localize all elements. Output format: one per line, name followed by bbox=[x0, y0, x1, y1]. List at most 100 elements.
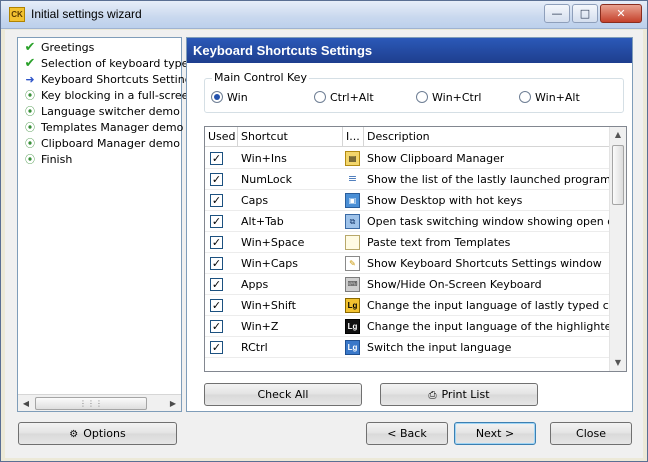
used-checkbox[interactable]: ✓ bbox=[210, 236, 223, 249]
used-checkbox[interactable]: ✓ bbox=[210, 320, 223, 333]
main-control-key-group: Main Control Key Win Ctrl+Alt Win+Ctrl W… bbox=[204, 71, 624, 113]
nav-item-label: Keyboard Shortcuts Settings bbox=[41, 73, 198, 86]
keyboard-icon: ⌨ bbox=[345, 277, 360, 292]
table-vertical-scrollbar[interactable]: ▲ ▼ bbox=[609, 127, 626, 371]
description-cell: Open task switching window showing open … bbox=[367, 215, 627, 228]
radio-label: Win+Alt bbox=[535, 91, 580, 104]
minimize-icon: — bbox=[551, 7, 563, 20]
nav-item-label: Language switcher demo bbox=[41, 105, 180, 118]
minimize-button[interactable]: — bbox=[544, 4, 570, 23]
maximize-icon: □ bbox=[579, 7, 591, 20]
description-cell: Switch the input language bbox=[367, 341, 512, 354]
scroll-thumb[interactable]: ⋮⋮⋮ bbox=[35, 397, 147, 410]
nav-item-greetings[interactable]: ✔ Greetings bbox=[22, 40, 95, 56]
button-label: Print List bbox=[441, 388, 490, 401]
shortcut-cell: Apps bbox=[241, 278, 269, 291]
table-row[interactable]: ✓ RCtrl Lg Switch the input language bbox=[205, 337, 609, 358]
table-row[interactable]: ✓ NumLock ≡ Show the list of the lastly … bbox=[205, 169, 617, 190]
nav-item-keyboard-type[interactable]: ✔ Selection of keyboard type bbox=[22, 56, 189, 72]
document-icon bbox=[345, 235, 360, 250]
nav-horizontal-scrollbar[interactable]: ◀ ⋮⋮⋮ ▶ bbox=[18, 394, 181, 411]
close-button[interactable]: Close bbox=[550, 422, 632, 445]
shortcut-cell: Win+Space bbox=[241, 236, 305, 249]
button-label: Next > bbox=[475, 427, 515, 440]
maximize-button[interactable]: □ bbox=[572, 4, 598, 23]
table-row[interactable]: ✓ Win+Z Lg Change the input language of … bbox=[205, 316, 626, 337]
next-button[interactable]: Next > bbox=[454, 422, 536, 445]
lg-blue-icon: Lg bbox=[345, 340, 360, 355]
radio-ctrl-alt[interactable]: Ctrl+Alt bbox=[314, 91, 374, 104]
arrow-right-icon: ➜ bbox=[25, 73, 35, 86]
nav-item-clipboard[interactable]: ⦿ Clipboard Manager demo bbox=[22, 136, 180, 152]
description-cell: Show/Hide On-Screen Keyboard bbox=[367, 278, 542, 291]
shortcut-cell: Win+Z bbox=[241, 320, 279, 333]
scroll-right-icon[interactable]: ▶ bbox=[166, 397, 180, 410]
table-row[interactable]: ✓ Win+Caps ✎ Show Keyboard Shortcuts Set… bbox=[205, 253, 609, 274]
description-cell: Show the list of the lastly launched pro… bbox=[367, 173, 617, 186]
pending-icon: ⦿ bbox=[25, 155, 35, 166]
shortcut-cell: NumLock bbox=[241, 173, 292, 186]
table-row[interactable]: ✓ Alt+Tab ⧉ Open task switching window s… bbox=[205, 211, 626, 232]
group-label: Main Control Key bbox=[212, 71, 309, 84]
shortcuts-table: Used Shortcut I... Description ✓ Win+Ins… bbox=[204, 126, 627, 372]
table-row[interactable]: ✓ Caps ▣ Show Desktop with hot keys bbox=[205, 190, 609, 211]
used-checkbox[interactable]: ✓ bbox=[210, 173, 223, 186]
check-all-button[interactable]: Check All bbox=[204, 383, 362, 406]
table-row[interactable]: ✓ Win+Space Paste text from Templates bbox=[205, 232, 609, 253]
title-bar[interactable]: CK Initial settings wizard — □ ✕ bbox=[1, 1, 647, 29]
nav-item-label: Templates Manager demo bbox=[41, 121, 184, 134]
back-button[interactable]: < Back bbox=[366, 422, 448, 445]
column-used[interactable]: Used bbox=[205, 127, 238, 147]
table-row[interactable]: ✓ Win+Ins ▤ Show Clipboard Manager bbox=[205, 148, 609, 169]
button-label: < Back bbox=[387, 427, 427, 440]
nav-item-label: Key blocking in a full-screen bbox=[41, 89, 196, 102]
used-checkbox[interactable]: ✓ bbox=[210, 194, 223, 207]
printer-icon: ⎙ bbox=[428, 390, 437, 401]
nav-item-label: Greetings bbox=[41, 41, 95, 54]
used-checkbox[interactable]: ✓ bbox=[210, 299, 223, 312]
nav-item-shortcuts[interactable]: ➜ Keyboard Shortcuts Settings bbox=[22, 72, 197, 88]
table-row[interactable]: ✓ Apps ⌨ Show/Hide On-Screen Keyboard bbox=[205, 274, 609, 295]
used-checkbox[interactable]: ✓ bbox=[210, 257, 223, 270]
column-shortcut[interactable]: Shortcut bbox=[238, 127, 343, 147]
used-checkbox[interactable]: ✓ bbox=[210, 215, 223, 228]
shortcut-cell: Win+Ins bbox=[241, 152, 287, 165]
description-cell: Show Clipboard Manager bbox=[367, 152, 505, 165]
panel-title: Keyboard Shortcuts Settings bbox=[187, 38, 632, 63]
used-checkbox[interactable]: ✓ bbox=[210, 278, 223, 291]
settings-window-icon: ✎ bbox=[345, 256, 360, 271]
check-icon: ✔ bbox=[24, 56, 36, 71]
scroll-up-icon[interactable]: ▲ bbox=[612, 128, 624, 142]
column-icon[interactable]: I... bbox=[343, 127, 364, 147]
shortcut-cell: Alt+Tab bbox=[241, 215, 284, 228]
nav-item-key-blocking[interactable]: ⦿ Key blocking in a full-screen bbox=[22, 88, 195, 104]
nav-item-label: Selection of keyboard type bbox=[41, 57, 189, 70]
shortcut-cell: Caps bbox=[241, 194, 269, 207]
shortcut-cell: RCtrl bbox=[241, 341, 268, 354]
nav-item-templates[interactable]: ⦿ Templates Manager demo bbox=[22, 120, 183, 136]
close-window-button[interactable]: ✕ bbox=[600, 4, 642, 23]
used-checkbox[interactable]: ✓ bbox=[210, 152, 223, 165]
scroll-down-icon[interactable]: ▼ bbox=[612, 356, 624, 370]
radio-win[interactable]: Win bbox=[211, 91, 248, 104]
nav-item-language-switcher[interactable]: ⦿ Language switcher demo bbox=[22, 104, 180, 120]
radio-win-ctrl[interactable]: Win+Ctrl bbox=[416, 91, 481, 104]
options-button[interactable]: ⚙ Options bbox=[18, 422, 177, 445]
settings-panel: Keyboard Shortcuts Settings Main Control… bbox=[186, 37, 633, 412]
used-checkbox[interactable]: ✓ bbox=[210, 341, 223, 354]
lg-black-icon: Lg bbox=[345, 319, 360, 334]
description-cell: Change the input language of lastly type… bbox=[367, 299, 627, 312]
nav-item-finish[interactable]: ⦿ Finish bbox=[22, 152, 72, 168]
radio-label: Win bbox=[227, 91, 248, 104]
wizard-body: ✔ Greetings ✔ Selection of keyboard type ➜… bbox=[5, 30, 643, 458]
column-description[interactable]: Description bbox=[364, 127, 609, 147]
radio-win-alt[interactable]: Win+Alt bbox=[519, 91, 580, 104]
pending-icon: ⦿ bbox=[25, 123, 35, 134]
scroll-left-icon[interactable]: ◀ bbox=[19, 397, 33, 410]
pending-icon: ⦿ bbox=[25, 91, 35, 102]
scroll-thumb[interactable] bbox=[612, 145, 624, 205]
table-row[interactable]: ✓ Win+Shift Lg Change the input language… bbox=[205, 295, 626, 316]
task-switch-icon: ⧉ bbox=[345, 214, 360, 229]
print-list-button[interactable]: ⎙ Print List bbox=[380, 383, 538, 406]
radio-icon bbox=[416, 91, 428, 103]
